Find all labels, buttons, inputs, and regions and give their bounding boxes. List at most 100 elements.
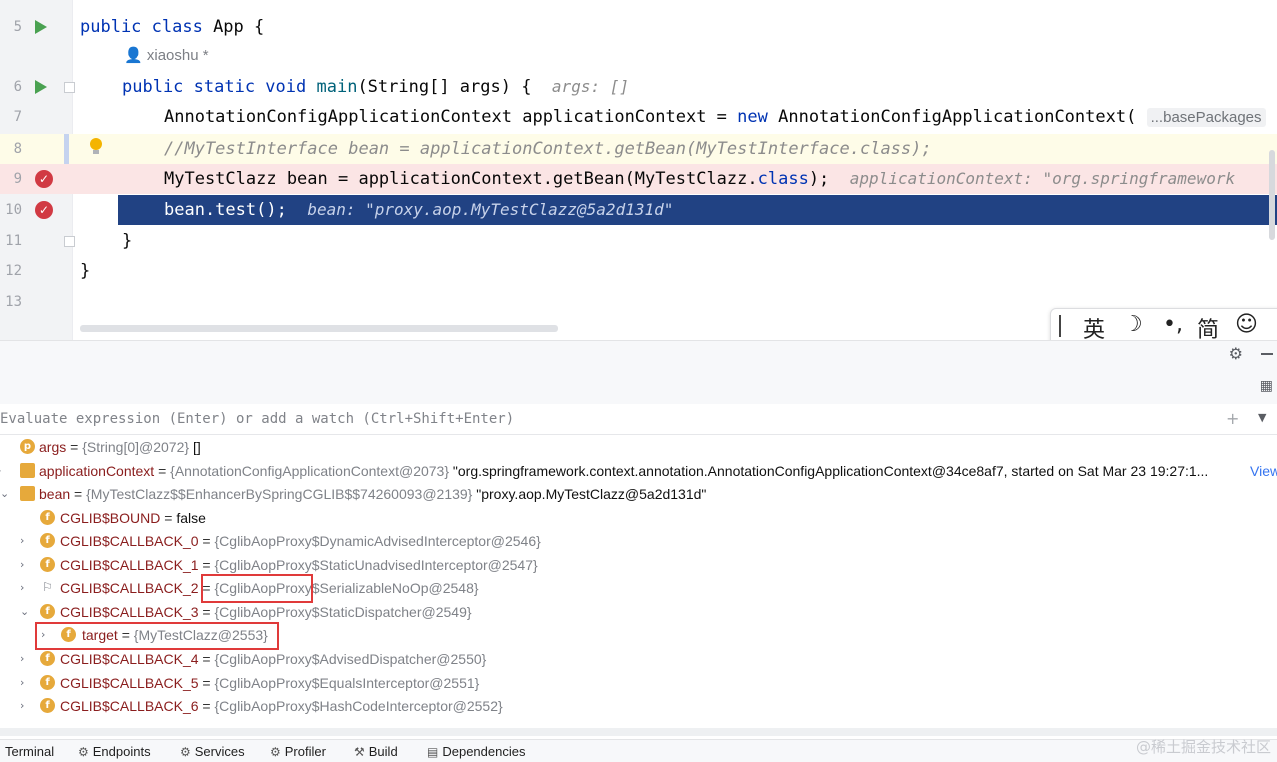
ime-emoji-icon[interactable]: ☺ [1235, 312, 1258, 337]
code-line-6[interactable]: 6 public static void main(String[] args)… [0, 72, 1277, 102]
code-text: } [80, 261, 91, 281]
line-number: 12 [5, 263, 22, 279]
lightbulb-icon[interactable] [90, 138, 102, 154]
debug-panel-header: ⚙ [0, 340, 1277, 369]
author-hint[interactable]: 👤 xiaoshu * [124, 46, 209, 64]
settings-gear-icon[interactable]: ⚙ [1229, 344, 1243, 363]
field-icon: f [40, 698, 55, 713]
variable-name: CGLIB$CALLBACK_1 [60, 557, 199, 573]
code-line-10[interactable]: 10 ✓ bean.test(); bean: "proxy.aop.MyTes… [0, 195, 1277, 225]
dropdown-chevron-icon[interactable]: ▼ [1258, 411, 1266, 424]
variable-row-cglib-callback-0[interactable]: › f CGLIB$CALLBACK_0 = {CglibAopProxy$Dy… [0, 530, 1277, 553]
run-icon[interactable] [35, 20, 47, 34]
tab-services[interactable]: ⚙ Services [180, 744, 245, 759]
debug-inline-hint: args: [] [551, 77, 629, 96]
breakpoint-icon[interactable]: ✓ [35, 201, 53, 219]
code-text: (String[] args) { [357, 77, 532, 97]
code-text: App { [202, 17, 265, 37]
view-link[interactable]: View [1250, 463, 1277, 479]
equals-sign: = [158, 463, 167, 479]
collapse-chevron-icon[interactable]: ⌄ [0, 487, 9, 500]
variable-name: CGLIB$CALLBACK_6 [60, 698, 199, 714]
variable-name: CGLIB$BOUND [60, 510, 161, 526]
fold-icon[interactable] [64, 82, 75, 93]
variable-value: "org.springframework.context.annotation.… [452, 463, 1209, 479]
evaluate-expression-input[interactable] [0, 408, 1200, 430]
code-line-12[interactable]: 12 } [0, 256, 1277, 286]
variable-name: CGLIB$CALLBACK_4 [60, 651, 199, 667]
equals-sign: = [202, 675, 211, 691]
variable-row-args[interactable]: p args = {String[0]@2072} [] [0, 436, 1277, 459]
expand-chevron-icon[interactable]: › [20, 534, 24, 547]
tab-profiler[interactable]: ⚙ Profiler [270, 744, 326, 759]
variable-row-cglib-callback-4[interactable]: › f CGLIB$CALLBACK_4 = {CglibAopProxy$Ad… [0, 648, 1277, 671]
expand-chevron-icon[interactable]: › [20, 581, 24, 594]
variables-horizontal-scrollbar[interactable] [0, 728, 1277, 736]
expand-chevron-icon[interactable]: › [20, 699, 24, 712]
variable-name: applicationContext [39, 463, 155, 479]
line-number: 5 [13, 19, 22, 35]
method-name: main [316, 77, 358, 97]
variable-row-cglib-callback-3[interactable]: ⌄ f CGLIB$CALLBACK_3 = {CglibAopProxy$St… [0, 601, 1277, 624]
field-icon: f [40, 510, 55, 525]
variable-row-cglib-callback-5[interactable]: › f CGLIB$CALLBACK_5 = {CglibAopProxy$Eq… [0, 672, 1277, 695]
variable-row-applicationContext[interactable]: › applicationContext = {AnnotationConfig… [0, 460, 1277, 483]
keyword: new [737, 107, 768, 127]
layout-icon[interactable]: ▦ [1260, 378, 1273, 394]
code-text: ); [808, 169, 830, 189]
variables-tree[interactable]: p args = {String[0]@2072} [] › applicati… [0, 436, 1277, 726]
variable-type: {CglibAopProxy$StaticUnadvisedIntercepto… [214, 557, 538, 573]
variable-value: [] [192, 439, 201, 455]
code-editor[interactable]: 5 public class App { 👤 xiaoshu * 6 publi… [0, 0, 1277, 340]
code-text: AnnotationConfigApplicationContext( [767, 107, 1137, 127]
breakpoint-icon[interactable]: ✓ [35, 170, 53, 188]
tab-label: Endpoints [92, 744, 151, 759]
parameter-hint: ...basePackages [1146, 108, 1266, 127]
code-text: bean.test(); [164, 200, 287, 220]
line-number: 8 [13, 141, 22, 157]
field-icon: f [40, 533, 55, 548]
variable-row-cglib-callback-6[interactable]: › f CGLIB$CALLBACK_6 = {CglibAopProxy$Ha… [0, 695, 1277, 718]
variable-row-bean[interactable]: ⌄ bean = {MyTestClazz$$EnhancerBySpringC… [0, 483, 1277, 506]
add-watch-icon[interactable]: + [1226, 409, 1239, 428]
code-line-9[interactable]: 9 ✓ MyTestClazz bean = applicationContex… [0, 164, 1277, 194]
variable-name: CGLIB$CALLBACK_0 [60, 533, 199, 549]
debug-inline-hint: bean: "proxy.aop.MyTestClazz@5a2d131d" [307, 200, 674, 219]
ime-moon-icon[interactable]: ☽ [1123, 312, 1143, 337]
code-line-7[interactable]: 7 AnnotationConfigApplicationContext app… [0, 102, 1277, 132]
tab-dependencies[interactable]: ▤ Dependencies [427, 744, 525, 759]
variable-type: {CglibAopProxy$AdvisedDispatcher@2550} [214, 651, 487, 667]
code-line-8[interactable]: 8 //MyTestInterface bean = applicationCo… [0, 134, 1277, 164]
tab-terminal[interactable]: Terminal [5, 744, 54, 759]
variable-row-cglib-bound[interactable]: f CGLIB$BOUND = false [0, 507, 1277, 530]
ime-punctuation-toggle[interactable]: •, [1163, 312, 1183, 337]
editor-vertical-scrollbar[interactable] [1269, 150, 1275, 240]
parameter-icon: p [20, 439, 35, 454]
code-text: MyTestClazz bean = applicationContext.ge… [164, 169, 758, 189]
tab-endpoints[interactable]: ⚙ Endpoints [78, 744, 151, 759]
ime-handle[interactable] [1059, 315, 1061, 337]
variable-row-cglib-callback-2[interactable]: › ⚐ CGLIB$CALLBACK_2 = {CglibAopProxy$Se… [0, 577, 1277, 600]
minimize-icon[interactable] [1261, 353, 1273, 355]
run-icon[interactable] [35, 80, 47, 94]
equals-sign: = [202, 651, 211, 667]
code-line-11[interactable]: 11 } [0, 226, 1277, 256]
collapse-chevron-icon[interactable]: ⌄ [20, 605, 29, 618]
evaluate-bar: + ▼ [0, 404, 1277, 435]
editor-horizontal-scrollbar[interactable] [80, 325, 558, 332]
expand-chevron-icon[interactable]: › [20, 652, 24, 665]
fold-icon[interactable] [64, 236, 75, 247]
equals-sign: = [74, 486, 83, 502]
tab-label: Profiler [284, 744, 326, 759]
field-icon: f [40, 651, 55, 666]
expand-chevron-icon[interactable]: › [0, 464, 1, 477]
expand-chevron-icon[interactable]: › [20, 558, 24, 571]
expand-chevron-icon[interactable]: › [20, 676, 24, 689]
variable-row-cglib-callback-1[interactable]: › f CGLIB$CALLBACK_1 = {CglibAopProxy$St… [0, 554, 1277, 577]
tab-label: Terminal [5, 744, 55, 759]
keyword: public static void [122, 77, 307, 97]
tab-build[interactable]: ⚒ Build [354, 744, 398, 759]
code-line-5[interactable]: 5 public class App { [0, 12, 1277, 42]
local-variable-icon [20, 486, 35, 501]
endpoints-icon: ⚙ [78, 745, 89, 759]
